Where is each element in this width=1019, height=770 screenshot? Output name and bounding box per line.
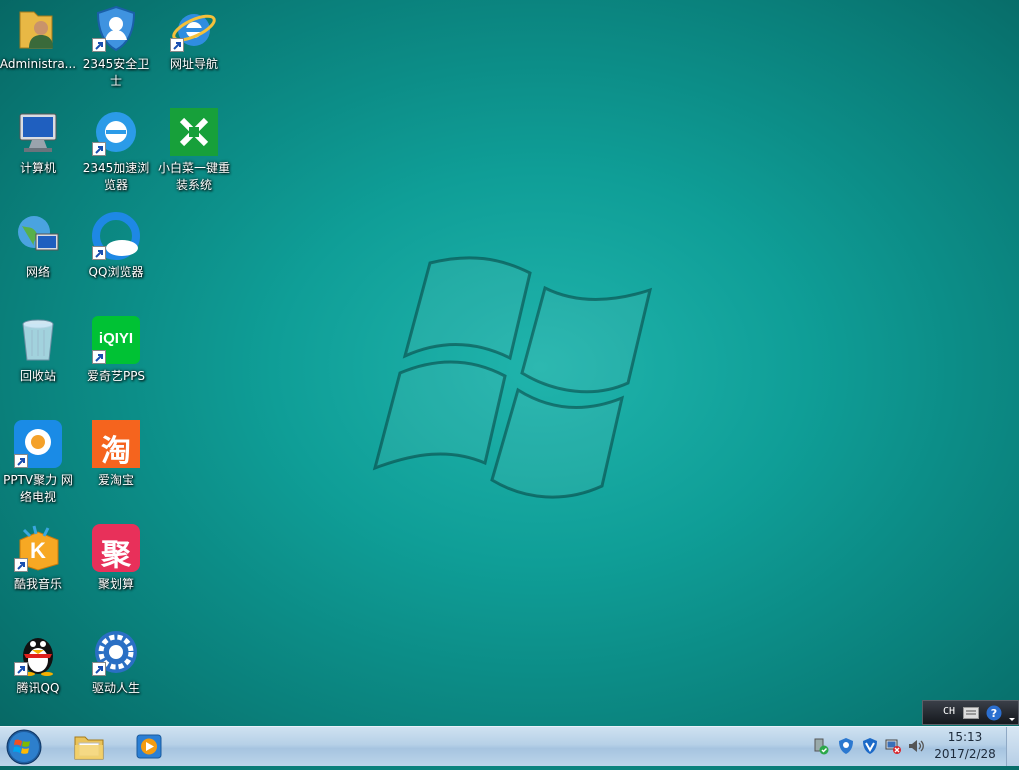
taskbar-clock[interactable]: 15:13 2017/2/28: [929, 729, 1001, 763]
desktop-icon-label: 2345安全卫士: [82, 57, 150, 88]
langbar-options-icon[interactable]: [1007, 706, 1017, 722]
taobao-icon: 淘: [101, 434, 131, 469]
language-indicator[interactable]: CH: [943, 706, 955, 717]
shortcut-arrow-icon: [92, 142, 106, 156]
folder-explorer-icon: [74, 736, 104, 760]
desktop-icon-computer[interactable]: 计算机: [0, 106, 78, 177]
shortcut-arrow-icon: [14, 662, 28, 676]
desktop-icon-label: 爱奇艺PPS: [86, 369, 146, 383]
tray-volume-icon[interactable]: [907, 737, 925, 755]
start-button[interactable]: [4, 728, 44, 766]
shortcut-arrow-icon: [92, 38, 106, 52]
tray-security-check-icon[interactable]: [812, 737, 830, 755]
desktop-icon-label: 小白菜一键重装系统: [157, 161, 230, 192]
desktop-icon-label: 爱淘宝: [97, 473, 134, 487]
desktop-icon-label: PPTV聚力 网络电视: [3, 473, 73, 504]
shortcut-arrow-icon: [92, 350, 106, 364]
desktop-icon-label: 回收站: [19, 369, 56, 383]
media-player-icon: [136, 734, 162, 759]
desktop-icon-tencent-qq[interactable]: 腾讯QQ: [0, 626, 78, 697]
desktop-icon-juhuasuan[interactable]: 聚 聚划算: [76, 522, 156, 593]
desktop-icon-label: 聚划算: [97, 577, 134, 591]
desktop-icon-2345-security[interactable]: 2345安全卫士: [76, 2, 156, 90]
clock-date: 2017/2/28: [934, 747, 996, 761]
desktop-icon-label: 计算机: [19, 161, 56, 175]
desktop-icon-pptv[interactable]: PPTV聚力 网络电视: [0, 418, 78, 506]
desktop-icon-driver-genius[interactable]: 驱动人生: [76, 626, 156, 697]
desktop-icon-label: Administra...: [0, 57, 77, 71]
desktop-icon-label: 腾讯QQ: [16, 681, 60, 695]
desktop-icon-aitaobao[interactable]: 淘 爱淘宝: [76, 418, 156, 489]
kuwo-letter: K: [30, 538, 46, 563]
user-folder-icon: [19, 11, 53, 49]
tray-shield-v-icon[interactable]: [861, 737, 879, 755]
desktop-icon-administrator[interactable]: Administra...: [0, 2, 78, 73]
desktop-icon-recycle-bin[interactable]: 回收站: [0, 314, 78, 385]
desktop-icon-label: 驱动人生: [91, 681, 140, 695]
desktop-icon-label: 网址导航: [169, 57, 218, 71]
desktop: Administra... 2345安全卫士 网址导航 计算机 2345加速浏览…: [0, 0, 1019, 726]
desktop-icon-2345-browser[interactable]: 2345加速浏览器: [76, 106, 156, 194]
shortcut-arrow-icon: [92, 246, 106, 260]
help-icon[interactable]: ?: [986, 705, 1002, 721]
shortcut-arrow-icon: [170, 38, 184, 52]
desktop-icon-label: 网络: [25, 265, 50, 279]
desktop-icon-reinstall-system[interactable]: 小白菜一键重装系统: [154, 106, 234, 194]
reinstall-icon: [170, 108, 218, 156]
taskbar-explorer-button[interactable]: [60, 728, 116, 765]
desktop-icon-url-nav[interactable]: 网址导航: [154, 2, 234, 73]
iqiyi-icon: iQIYI: [98, 330, 134, 347]
windows-logo-wallpaper: [372, 256, 653, 499]
taskbar-media-player-button[interactable]: [120, 728, 176, 765]
desktop-icon-iqiyi[interactable]: iQIYI 爱奇艺PPS: [76, 314, 156, 385]
shortcut-arrow-icon: [14, 454, 28, 468]
desktop-icon-qq-browser[interactable]: QQ浏览器: [76, 210, 156, 281]
windows-start-orb-icon: [6, 729, 42, 765]
svg-text:?: ?: [991, 707, 997, 720]
desktop-icon-label: QQ浏览器: [88, 265, 144, 279]
keyboard-icon[interactable]: [963, 707, 979, 719]
clock-time: 15:13: [947, 730, 983, 744]
language-bar[interactable]: CH ?: [922, 700, 1019, 725]
desktop-icon-label: 2345加速浏览器: [82, 161, 150, 192]
desktop-icon-network[interactable]: 网络: [0, 210, 78, 281]
recycle-bin-icon: [22, 319, 54, 361]
shortcut-arrow-icon: [92, 662, 106, 676]
show-desktop-button[interactable]: [1006, 727, 1019, 766]
desktop-icon-kuwo[interactable]: K 酷我音乐: [0, 522, 78, 593]
desktop-icon-label: 酷我音乐: [13, 577, 62, 591]
taskbar: 15:13 2017/2/28: [0, 726, 1019, 766]
tray-shield-icon[interactable]: [837, 737, 855, 755]
shortcut-arrow-icon: [14, 558, 28, 572]
computer-icon: [19, 113, 57, 152]
tray-network-icon[interactable]: [884, 737, 902, 755]
network-icon: [18, 216, 59, 251]
juhuasuan-icon: 聚: [101, 538, 131, 573]
